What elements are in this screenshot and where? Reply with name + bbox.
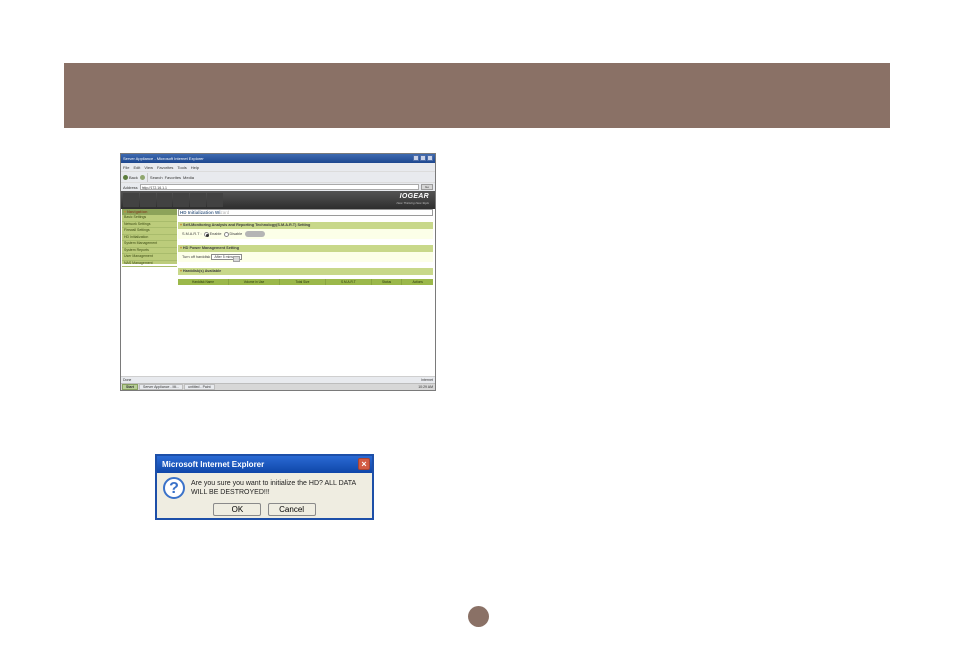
favorites-label: Favorites bbox=[165, 175, 181, 180]
page-content: ▾Navigation Basic Settings Network Setti… bbox=[121, 209, 435, 376]
smart-disable-label: Disable bbox=[230, 232, 243, 236]
search-button[interactable]: Search bbox=[150, 175, 163, 180]
page-number-badge bbox=[468, 606, 489, 627]
address-bar: Address http://172.16.1.1 Go bbox=[121, 182, 435, 191]
menu-edit[interactable]: Edit bbox=[133, 165, 140, 170]
main-panel: HD Initialization Wizard ▾Self-Monitorin… bbox=[178, 209, 433, 285]
taskbar: Start Server Appliance - Mi... untitled … bbox=[121, 383, 435, 390]
browser-toolbar: Back Search Favorites Media bbox=[121, 171, 435, 182]
menu-tools[interactable]: Tools bbox=[177, 165, 186, 170]
page-title-suffix: zard bbox=[220, 210, 229, 215]
arrow-icon: ▾ bbox=[124, 209, 126, 214]
ok-button[interactable]: OK bbox=[213, 503, 261, 516]
arrow-icon: ▾ bbox=[180, 269, 182, 273]
brand-banner: IOGEAR New Thinking New Style bbox=[121, 191, 435, 209]
task-paint[interactable]: untitled - Paint bbox=[184, 384, 214, 390]
menu-favorites[interactable]: Favorites bbox=[157, 165, 173, 170]
media-label: Media bbox=[183, 175, 194, 180]
smart-section-title: Self-Monitoring Analysis and Reporting T… bbox=[183, 223, 310, 227]
avail-column-row: Harddisk Name Volume in Use Total Size S… bbox=[178, 279, 433, 285]
banner-thumbs bbox=[123, 193, 223, 207]
menu-help[interactable]: Help bbox=[191, 165, 199, 170]
smart-enable-label: Enable bbox=[210, 232, 222, 236]
close-icon[interactable] bbox=[427, 155, 433, 161]
nav-nasmgmt[interactable]: NAS Management bbox=[122, 261, 177, 268]
smart-disable-radio[interactable] bbox=[224, 232, 229, 237]
dialog-body: ? Are you sure you want to initialize th… bbox=[157, 473, 372, 503]
status-done: Done bbox=[123, 378, 131, 382]
smart-section-body: S.M.A.R.T : Enable Disable bbox=[178, 229, 433, 239]
smart-label: S.M.A.R.T : bbox=[182, 232, 202, 236]
power-section-title: HD Power Management Setting bbox=[183, 246, 239, 250]
menu-bar: File Edit View Favorites Tools Help bbox=[121, 163, 435, 171]
col-actions: Actions bbox=[402, 279, 433, 285]
heading-band bbox=[64, 63, 890, 128]
smart-section-header: ▾Self-Monitoring Analysis and Reporting … bbox=[178, 222, 433, 229]
arrow-icon: ▾ bbox=[180, 246, 182, 250]
col-status: Status bbox=[372, 279, 403, 285]
col-smart: S.M.A.R.T bbox=[326, 279, 372, 285]
go-button[interactable]: Go bbox=[421, 184, 433, 190]
window-title: Server Appliance - Microsoft Internet Ex… bbox=[123, 156, 204, 161]
clock: 10:29 AM bbox=[418, 385, 433, 389]
window-controls bbox=[413, 154, 433, 161]
address-label: Address bbox=[123, 185, 138, 190]
nav-header-label: Navigation bbox=[127, 209, 147, 214]
col-hdname: Harddisk Name bbox=[178, 279, 229, 285]
apply-button[interactable] bbox=[245, 231, 265, 237]
avail-section-title: Harddisk(s) Available bbox=[183, 269, 221, 273]
arrow-icon: ▾ bbox=[180, 223, 182, 227]
smart-enable-radio[interactable] bbox=[204, 232, 209, 237]
confirm-dialog: Microsoft Internet Explorer × ? Are you … bbox=[155, 454, 374, 520]
dialog-text: Are you sure you want to initialize the … bbox=[191, 479, 366, 497]
menu-view[interactable]: View bbox=[144, 165, 153, 170]
back-button[interactable]: Back bbox=[123, 175, 138, 180]
status-bar: Done Internet bbox=[121, 376, 435, 383]
browser-screenshot: Server Appliance - Microsoft Internet Ex… bbox=[120, 153, 436, 391]
dialog-titlebar: Microsoft Internet Explorer × bbox=[157, 456, 372, 473]
search-label: Search bbox=[150, 175, 163, 180]
power-section-body: Turn off harddisk After 5 mins bbox=[178, 252, 433, 262]
window-titlebar: Server Appliance - Microsoft Internet Ex… bbox=[121, 154, 435, 163]
brand-tagline: New Thinking New Style bbox=[396, 201, 429, 205]
page-title: HD Initialization Wizard bbox=[178, 209, 433, 216]
task-browser[interactable]: Server Appliance - Mi... bbox=[139, 384, 183, 390]
forward-icon[interactable] bbox=[140, 175, 145, 180]
address-input[interactable]: http://172.16.1.1 bbox=[140, 184, 419, 190]
power-timeout-select[interactable]: After 5 mins bbox=[211, 254, 242, 260]
brand-logo: IOGEAR bbox=[400, 193, 429, 200]
col-total: Total Size bbox=[280, 279, 326, 285]
question-icon: ? bbox=[163, 477, 185, 499]
dialog-title: Microsoft Internet Explorer bbox=[162, 460, 264, 469]
maximize-icon[interactable] bbox=[420, 155, 426, 161]
separator bbox=[147, 173, 148, 182]
avail-section-header: ▾Harddisk(s) Available bbox=[178, 268, 433, 275]
system-tray: 10:29 AM bbox=[418, 385, 435, 389]
status-zone: Internet bbox=[421, 378, 433, 382]
back-icon bbox=[123, 175, 128, 180]
menu-file[interactable]: File bbox=[123, 165, 129, 170]
nav-sidebar: ▾Navigation Basic Settings Network Setti… bbox=[122, 209, 177, 264]
page-title-main: HD Initialization Wi bbox=[180, 210, 220, 215]
dialog-close-icon[interactable]: × bbox=[358, 458, 370, 470]
media-button[interactable]: Media bbox=[183, 175, 194, 180]
dialog-buttons: OK Cancel bbox=[157, 503, 372, 520]
minimize-icon[interactable] bbox=[413, 155, 419, 161]
start-button[interactable]: Start bbox=[122, 384, 138, 390]
power-section-header: ▾HD Power Management Setting bbox=[178, 245, 433, 252]
col-volume: Volume in Use bbox=[229, 279, 280, 285]
favorites-button[interactable]: Favorites bbox=[165, 175, 181, 180]
power-label: Turn off harddisk bbox=[182, 255, 210, 259]
cancel-button[interactable]: Cancel bbox=[268, 503, 316, 516]
back-label: Back bbox=[129, 175, 138, 180]
